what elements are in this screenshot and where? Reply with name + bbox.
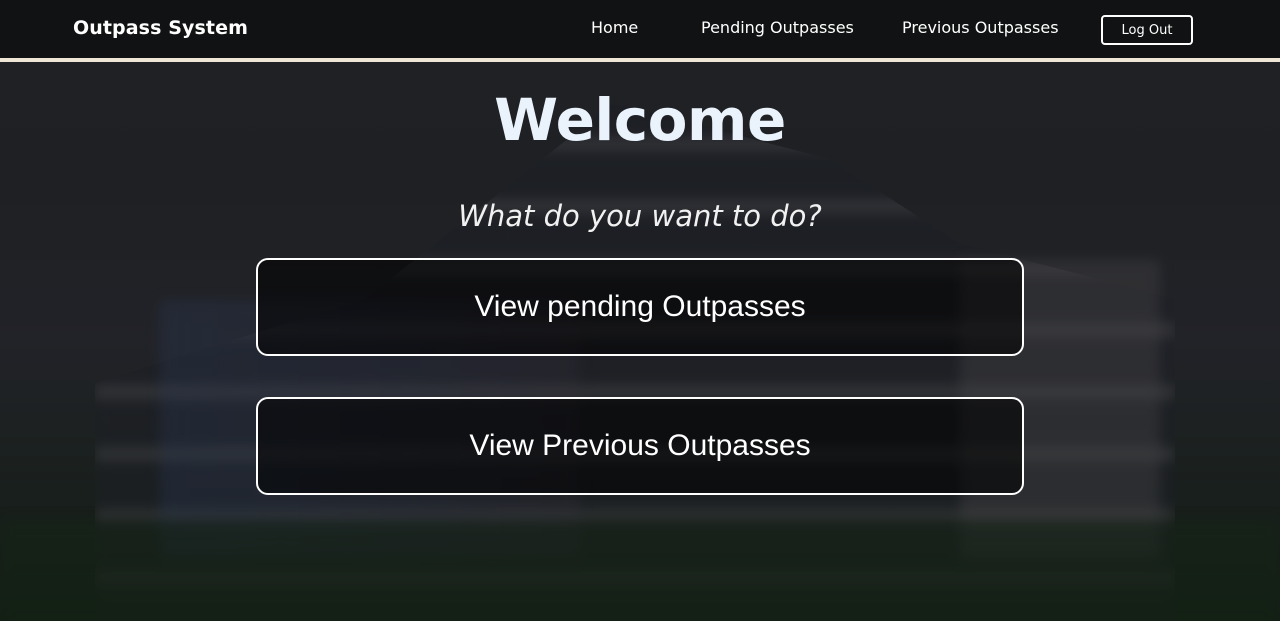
nav-link-previous-outpasses[interactable]: Previous Outpasses xyxy=(902,18,1059,37)
nav-link-pending-outpasses[interactable]: Pending Outpasses xyxy=(701,18,854,37)
brand-title[interactable]: Outpass System xyxy=(73,17,248,39)
view-previous-outpasses-button[interactable]: View Previous Outpasses xyxy=(256,397,1024,495)
main-content: Welcome What do you want to do? View pen… xyxy=(0,66,1280,621)
navbar: Outpass System Home Pending Outpasses Pr… xyxy=(0,0,1280,62)
nav-link-home[interactable]: Home xyxy=(591,18,638,37)
page-title: Welcome xyxy=(494,86,786,154)
page-subtitle: What do you want to do? xyxy=(458,199,822,233)
view-pending-outpasses-button[interactable]: View pending Outpasses xyxy=(256,258,1024,356)
logout-button[interactable]: Log Out xyxy=(1101,15,1193,45)
